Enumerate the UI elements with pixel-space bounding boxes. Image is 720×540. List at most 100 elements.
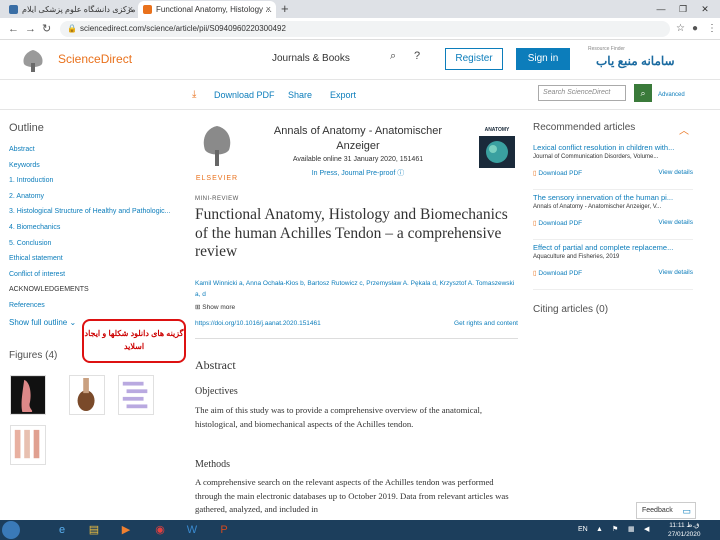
download-pdf-button[interactable]: Download PDF	[214, 90, 275, 100]
view-details-link[interactable]: View details	[658, 269, 693, 276]
in-press-link[interactable]: In Press, Journal Pre-proof ⓘ	[253, 168, 463, 178]
sciencedirect-favicon-icon	[143, 5, 152, 14]
profile-icon[interactable]: ●	[692, 20, 698, 38]
doi-link[interactable]: https://doi.org/10.1016/j.aanat.2020.151…	[195, 320, 321, 327]
internet-explorer-icon[interactable]: e	[48, 522, 76, 538]
outline-item[interactable]: References	[9, 298, 179, 314]
forward-arrow-icon[interactable]: →	[25, 19, 36, 39]
figures-title: Figures (4)	[9, 350, 58, 361]
recommended-download-pdf[interactable]: ▯ Download PDF	[533, 219, 582, 227]
brand-name[interactable]: ScienceDirect	[58, 52, 132, 66]
flag-icon[interactable]: ⚑	[612, 523, 618, 537]
recommended-item-title[interactable]: Effect of partial and complete replaceme…	[533, 242, 693, 253]
outline-item[interactable]: 5. Conclusion	[9, 236, 179, 252]
author-list[interactable]: Kamil Winnicki a, Anna Ochała-Kłos b, Ba…	[195, 278, 518, 300]
rights-link[interactable]: Get rights and content	[454, 320, 518, 327]
sign-in-button[interactable]: Sign in	[516, 48, 570, 70]
url-text: sciencedirect.com/science/article/pii/S0…	[80, 24, 286, 33]
clock[interactable]: 11:11 ق.ظ 27/01/2020	[668, 521, 701, 539]
advanced-search-link[interactable]: Advanced	[658, 92, 685, 98]
help-icon[interactable]: ?	[414, 50, 420, 62]
outline-item[interactable]: 2. Anatomy	[9, 189, 179, 205]
close-tab-icon[interactable]: ×	[128, 1, 133, 18]
recommended-item-title[interactable]: The sensory innervation of the human pi.…	[533, 192, 693, 203]
browser-window: { "browser": { "tabs": [ {"label": "کتاب…	[0, 0, 720, 540]
search-icon[interactable]: ⌕	[390, 50, 396, 63]
export-button[interactable]: Export	[330, 90, 356, 100]
close-window-button[interactable]: ✕	[694, 0, 716, 18]
tab-article[interactable]: Functional Anatomy, Histology ... ×	[138, 1, 276, 18]
address-bar-row: ← → ↻ 🔒 sciencedirect.com/science/articl…	[0, 18, 720, 40]
elsevier-tree-logo-icon[interactable]	[16, 46, 50, 74]
word-icon[interactable]: W	[178, 522, 206, 538]
outline-item[interactable]: 3. Histological Structure of Healthy and…	[9, 204, 179, 220]
recommended-item: Lexical conflict resolution in children …	[533, 142, 693, 190]
close-tab-icon[interactable]: ×	[266, 1, 271, 18]
figure-thumbnail-1[interactable]	[10, 375, 46, 415]
info-icon: ⓘ	[397, 170, 405, 177]
network-icon[interactable]: ▦	[628, 523, 635, 537]
chevron-up-icon[interactable]: ︿	[679, 122, 689, 137]
view-details-link[interactable]: View details	[658, 219, 693, 226]
tab-library[interactable]: کتابخانه مرکزی دانشگاه علوم پزشکی ایلام …	[4, 1, 138, 18]
volume-icon[interactable]: ◀	[644, 523, 649, 537]
feedback-button[interactable]: Feedback ▭	[636, 502, 696, 519]
language-indicator[interactable]: EN	[578, 523, 588, 537]
windows-start-icon[interactable]	[2, 521, 20, 539]
file-explorer-icon[interactable]: ▤	[80, 522, 108, 538]
powerpoint-icon[interactable]: P	[210, 522, 238, 538]
elsevier-publisher-logo[interactable]: ELSEVIER	[195, 122, 239, 182]
outline-item[interactable]: 4. Biomechanics	[9, 220, 179, 236]
star-icon[interactable]: ☆	[676, 20, 685, 38]
figure-thumbnail-4[interactable]	[10, 425, 46, 465]
back-arrow-icon[interactable]: ←	[8, 19, 19, 39]
recommended-item-journal: Journal of Communication Disorders, Volu…	[533, 154, 659, 160]
recommended-header[interactable]: Recommended articles ︿	[533, 122, 693, 140]
pdf-icon: ▯	[533, 220, 537, 227]
maximize-button[interactable]: ❐	[672, 0, 694, 18]
tab-label: Functional Anatomy, Histology ...	[156, 5, 272, 14]
recommended-item: The sensory innervation of the human pi.…	[533, 192, 693, 240]
institution-logo-text: سامانه منبع یاب	[596, 54, 675, 68]
outline-item[interactable]: Keywords	[9, 158, 179, 174]
chat-icon: ▭	[682, 506, 691, 516]
feedback-label: Feedback	[642, 507, 673, 514]
outline-item[interactable]: Ethical statement	[9, 251, 179, 267]
menu-dots-icon[interactable]: ⋮	[707, 20, 717, 38]
minimize-button[interactable]: —	[650, 0, 672, 18]
tray-arrow-icon[interactable]: ▲	[596, 523, 603, 537]
register-button[interactable]: Register	[445, 48, 503, 70]
view-details-link[interactable]: View details	[658, 169, 693, 176]
citing-articles-title[interactable]: Citing articles (0)	[533, 304, 608, 315]
recommended-download-pdf[interactable]: ▯ Download PDF	[533, 269, 582, 277]
outline-item[interactable]: ACKNOWLEDGEMENTS	[9, 282, 179, 298]
divider	[195, 338, 518, 339]
taskbar: e ▤ ▶ ◉ W P EN ▲ ⚑ ▦ ◀ 11:11 ق.ظ 27/01/2…	[0, 520, 720, 540]
abstract-heading: Abstract	[195, 358, 236, 372]
outline-item[interactable]: Conflict of interest	[9, 267, 179, 283]
outline-item[interactable]: Abstract	[9, 142, 179, 158]
search-submit-button[interactable]: ⌕	[634, 84, 652, 102]
in-press-label: In Press, Journal Pre-proof	[311, 170, 396, 177]
figure-thumbnail-3[interactable]	[118, 375, 154, 415]
journals-books-link[interactable]: Journals & Books	[272, 53, 350, 64]
recommended-download-pdf[interactable]: ▯ Download PDF	[533, 169, 582, 177]
recommended-item-title[interactable]: Lexical conflict resolution in children …	[533, 142, 693, 153]
journal-title-link[interactable]: Annals of Anatomy - Anatomischer Anzeige…	[253, 124, 463, 154]
url-input[interactable]: 🔒 sciencedirect.com/science/article/pii/…	[60, 21, 670, 37]
outline-title: Outline	[9, 122, 44, 134]
download-pdf-label: Download PDF	[538, 270, 583, 277]
search-input[interactable]: Search ScienceDirect	[538, 85, 626, 101]
outline-item[interactable]: 1. Introduction	[9, 173, 179, 189]
journal-cover[interactable]: ANATOMY	[479, 124, 515, 168]
media-player-icon[interactable]: ▶	[112, 522, 140, 538]
reload-icon[interactable]: ↻	[42, 19, 51, 39]
new-tab-button[interactable]: +	[281, 0, 289, 18]
share-button[interactable]: Share	[288, 90, 312, 100]
clock-time: 11:11 ق.ظ	[669, 522, 700, 529]
chrome-icon[interactable]: ◉	[146, 522, 174, 538]
show-more-button[interactable]: ⊞ Show more	[195, 303, 235, 311]
figure-thumbnail-2[interactable]	[69, 375, 105, 415]
methods-text: A comprehensive search on the relevant a…	[195, 477, 509, 514]
publisher-name: ELSEVIER	[195, 175, 239, 182]
